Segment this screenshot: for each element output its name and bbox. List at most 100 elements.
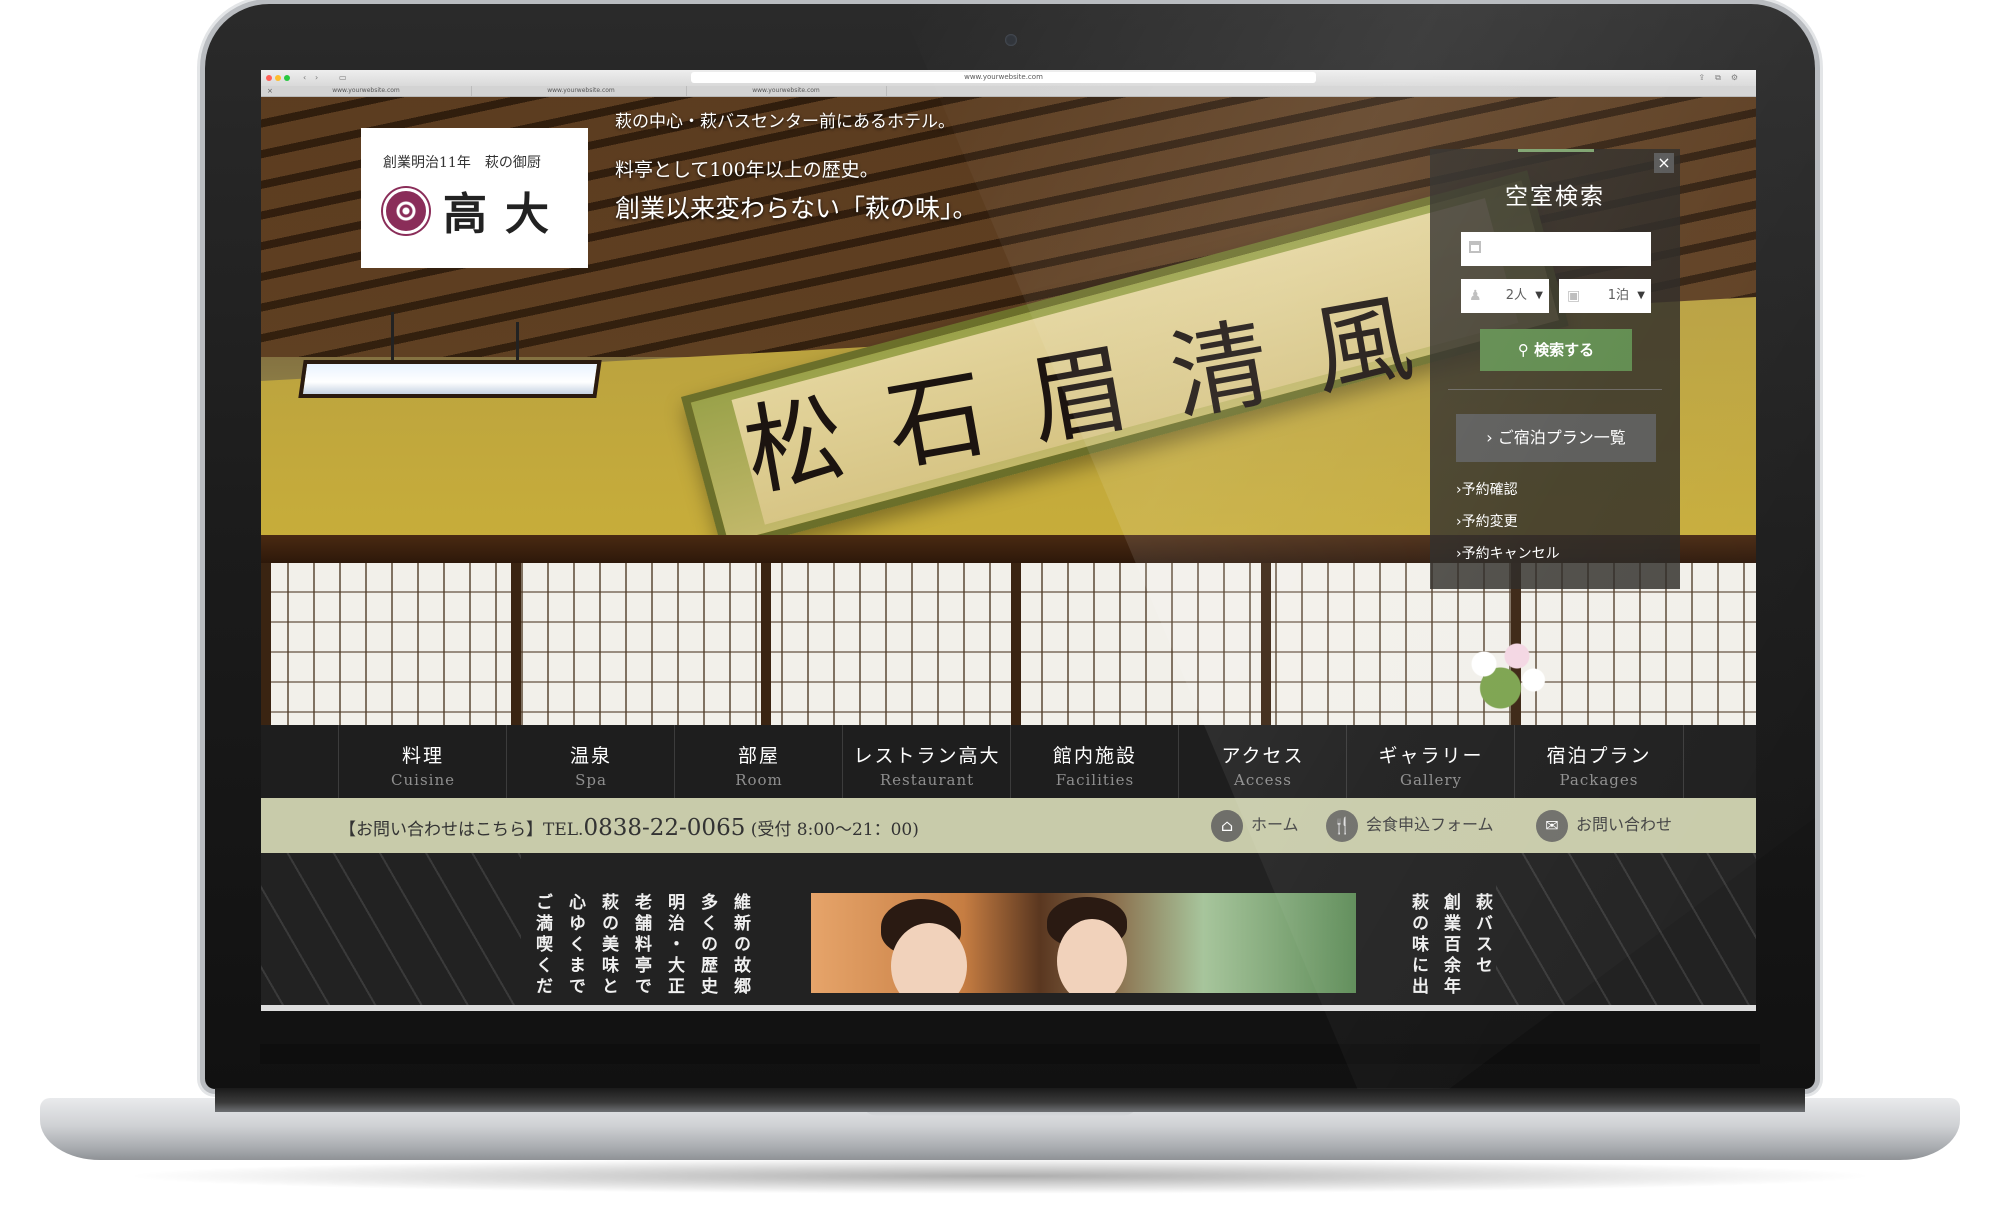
back-icon[interactable]: ‹ [303,73,306,82]
nav-item-cuisine[interactable]: 料理 Cuisine [338,725,507,798]
right-text-line: 創業百余年 [1440,893,1460,998]
intro-text-line: 老舗料亭で [631,893,651,998]
intro-text-line: 萩の美味と [598,893,618,998]
zoom-window-button[interactable] [284,75,290,81]
nav-item-restaurant[interactable]: レストラン高大 Restaurant [842,725,1011,798]
laptop-shadow [120,1158,1880,1194]
chevron-right-icon: › [1486,428,1493,447]
link-reservation-cancel[interactable]: ›予約キャンセル [1456,543,1560,563]
link-label: 予約変更 [1461,514,1518,530]
intro-text-line: 多くの歴史 [697,893,717,998]
site-logo[interactable]: 創業明治11年 萩の御厨 高大 [361,128,588,268]
browser-tab-1[interactable]: www.yourwebsite.com [261,86,472,96]
guests-value: 2人 [1505,288,1527,303]
phone-number[interactable]: 0838-22-0065 [583,815,745,841]
nav-item-room[interactable]: 部屋 Room [674,725,843,798]
home-link[interactable]: ⌂ ホーム [1211,808,1299,842]
contact-info: 【お問い合わせはこちら】TEL.0838-22-0065 (受付 8:00～21… [339,815,919,841]
tagline-1: 萩の中心・萩バスセンター前にあるホテル。 [615,112,955,132]
nav-label-jp: ギャラリー [1378,745,1484,767]
nav-label-jp: アクセス [1221,745,1305,767]
nav-label-en: Packages [1559,771,1639,789]
cutlery-icon: 🍴 [1326,809,1358,842]
contact-label: 【お問い合わせはこちら】TEL. [339,820,584,840]
nav-label-en: Restaurant [879,771,975,789]
nav-item-packages[interactable]: 宿泊プラン Packages [1514,725,1684,798]
right-text-line: 萩の味に出 [1408,893,1428,998]
staff-photo [811,893,1356,993]
search-button-label: 検索する [1534,341,1595,359]
laptop-hinge [215,1088,1805,1112]
bamboo-decoration [1496,853,1756,1005]
address-bar[interactable]: www.yourwebsite.com [691,72,1316,83]
lamp-cord [391,312,394,362]
logo-subtitle: 創業明治11年 萩の御厨 [383,155,541,171]
tagline-3: 創業以来変わらない「萩の味」。 [615,194,978,223]
browser-tab-3[interactable]: www.yourwebsite.com [686,86,887,96]
nav-label-en: Room [735,771,783,789]
tagline-2: 料亭として100年以上の歴史。 [615,159,879,181]
intro-text-line: ご満喫くだ [532,893,552,998]
nav-label-jp: 料理 [401,745,444,767]
screen-bottom-edge [261,1005,1756,1011]
link-reservation-change[interactable]: ›予約変更 [1456,511,1518,531]
nav-label-jp: レストラン高大 [853,745,1001,767]
nav-item-gallery[interactable]: ギャラリー Gallery [1346,725,1515,798]
plans-button[interactable]: › ご宿泊プラン一覧 [1456,414,1656,462]
sidebar-icon[interactable]: ▭ [339,73,347,82]
home-icon: ⌂ [1211,809,1243,842]
close-window-button[interactable] [266,75,272,81]
nights-select[interactable]: ▣ 1泊 ▼ [1559,279,1651,313]
link-reservation-confirm[interactable]: ›予約確認 [1456,479,1518,499]
nav-item-spa[interactable]: 温泉 Spa [506,725,675,798]
panel-divider [1448,389,1662,390]
intro-text-line: 心ゆくまで [565,893,585,998]
person-icon: ♟ [1469,288,1482,304]
photo-figure [1057,919,1127,993]
contact-bar: 【お問い合わせはこちら】TEL.0838-22-0065 (受付 8:00～21… [261,798,1756,853]
close-icon[interactable]: × [1654,153,1674,173]
date-input[interactable] [1461,232,1651,266]
hero-image: 松石眉清風 創業明治11年 萩の御厨 高大 萩の中心・萩バスセンター前にあるホテ… [261,97,1756,725]
guests-select[interactable]: ♟ 2人 ▼ [1461,279,1549,313]
business-hours: (受付 8:00～21：00) [750,820,919,840]
mail-icon: ✉ [1536,809,1568,842]
flower-arrangement [1451,632,1561,712]
screen: ‹ › ▭ www.yourwebsite.com ⇪⧉⚙ × www.your… [261,70,1756,1005]
vacancy-search-panel: × 空室検索 ♟ 2人 ▼ ▣ 1泊 ▼ ⚲ 検索する › ご宿泊プラン一覧 ›… [1430,149,1680,589]
banquet-form-link[interactable]: 🍴 会食申込フォーム [1326,808,1494,842]
suitcase-icon: ▣ [1567,288,1581,304]
bamboo-decoration [261,853,521,1005]
panel-accent [1518,149,1594,152]
browser-toolbar: ‹ › ▭ www.yourwebsite.com ⇪⧉⚙ [261,70,1756,87]
nav-label-en: Facilities [1055,771,1135,789]
home-link-label: ホーム [1251,815,1299,834]
nav-label-en: Access [1234,771,1292,789]
nights-value: 1泊 [1607,288,1629,303]
browser-tab-2[interactable]: www.yourwebsite.com [476,86,687,96]
toolbar-icons[interactable]: ⇪⧉⚙ [1698,73,1748,83]
nav-label-jp: 部屋 [737,745,780,767]
nav-item-facilities[interactable]: 館内施設 Facilities [1010,725,1179,798]
intro-text-line: 維新の故郷 [730,893,750,998]
ceiling-lamp [298,360,602,398]
nav-label-en: Cuisine [391,771,455,789]
chevron-down-icon: ▼ [1637,290,1645,301]
tab-bar: × www.yourwebsite.com www.yourwebsite.co… [261,86,1756,97]
forward-icon[interactable]: › [315,73,318,82]
search-icon: ⚲ [1517,341,1529,359]
nav-item-access[interactable]: アクセス Access [1178,725,1347,798]
logo-name: 高大 [443,189,567,240]
intro-section: 維新の故郷 多くの歴史 明治・大正 老舗料亭で 萩の美味と 心ゆくまで ご満喫く… [261,853,1756,1005]
inquiry-link[interactable]: ✉ お問い合わせ [1536,808,1672,842]
search-button[interactable]: ⚲ 検索する [1480,329,1632,371]
link-label: 予約キャンセル [1461,546,1560,562]
minimize-window-button[interactable] [275,75,281,81]
nav-label-en: Spa [575,771,607,789]
nav-label-jp: 温泉 [569,745,612,767]
panel-title: 空室検索 [1505,184,1605,210]
nav-label-en: Gallery [1399,771,1463,789]
right-text-line: 萩バスセ [1472,893,1492,977]
banquet-form-label: 会食申込フォーム [1366,815,1494,834]
link-label: 予約確認 [1461,482,1518,498]
